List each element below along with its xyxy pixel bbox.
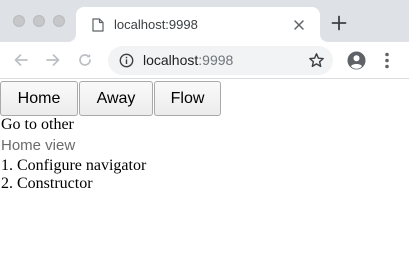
forward-arrow-icon[interactable] bbox=[45, 52, 61, 68]
close-icon[interactable] bbox=[292, 18, 306, 32]
account-icon[interactable] bbox=[347, 51, 366, 70]
address-bar[interactable]: localhost:9998 bbox=[108, 46, 333, 75]
browser-window: localhost:9998 localhost:9998 Home Away … bbox=[0, 0, 409, 272]
go-to-other-link[interactable]: Go to other bbox=[1, 116, 74, 134]
page-content: Home Away Flow Go to other Home view 1. … bbox=[0, 79, 409, 272]
star-icon[interactable] bbox=[308, 52, 325, 69]
home-button[interactable]: Home bbox=[0, 81, 78, 116]
list-item: 1. Configure navigator bbox=[1, 157, 147, 174]
address-url: localhost:9998 bbox=[143, 52, 233, 68]
back-arrow-icon[interactable] bbox=[13, 52, 29, 68]
page-icon bbox=[92, 18, 104, 32]
address-host: localhost bbox=[143, 52, 199, 68]
view-title: Home view bbox=[1, 137, 76, 154]
tab-title: localhost:9998 bbox=[114, 17, 198, 32]
reload-icon[interactable] bbox=[77, 52, 93, 68]
flow-button[interactable]: Flow bbox=[154, 81, 221, 116]
info-icon[interactable] bbox=[119, 53, 134, 68]
address-port: :9998 bbox=[198, 52, 234, 68]
window-zoom-control[interactable] bbox=[53, 15, 65, 27]
window-minimize-control[interactable] bbox=[33, 15, 45, 27]
more-vert-icon[interactable] bbox=[384, 52, 390, 69]
browser-tab-active[interactable]: localhost:9998 bbox=[76, 7, 320, 42]
window-close-control[interactable] bbox=[13, 15, 25, 27]
tab-strip: localhost:9998 bbox=[0, 0, 409, 42]
browser-toolbar: localhost:9998 bbox=[0, 42, 409, 79]
plus-icon[interactable] bbox=[331, 15, 347, 31]
away-button[interactable]: Away bbox=[79, 81, 153, 116]
list-item: 2. Constructor bbox=[1, 175, 93, 192]
steps-list: 1. Configure navigator 2. Constructor bbox=[1, 157, 146, 193]
